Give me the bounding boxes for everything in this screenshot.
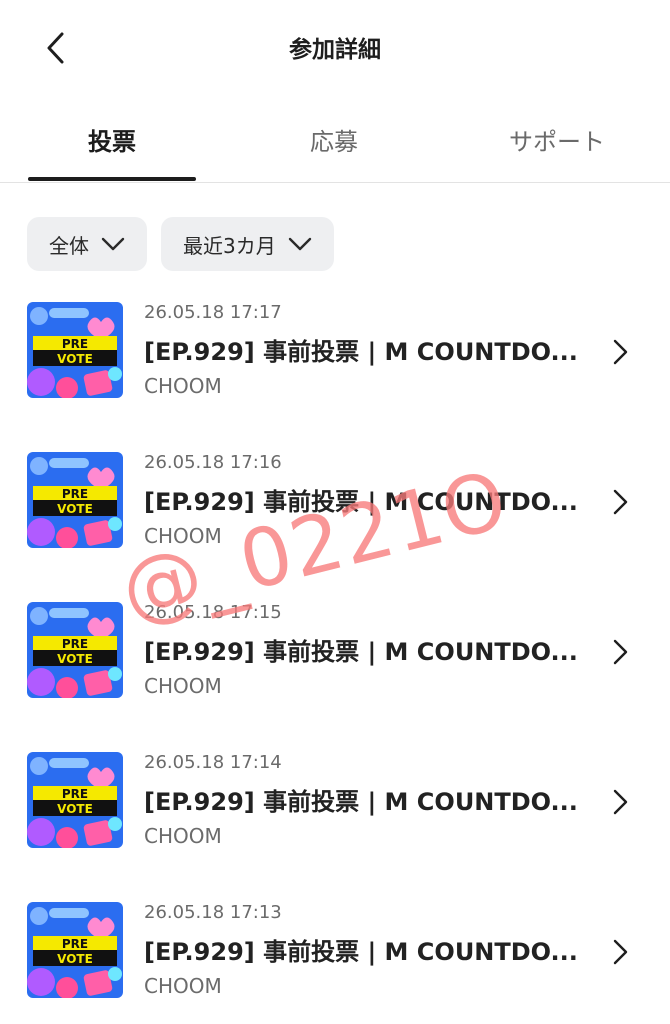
list-item[interactable]: PRE VOTE 26.05.18 17:17 [EP.929] 事前投票 | M… xyxy=(0,290,670,410)
prevote-artwork: PREVOTE xyxy=(27,752,123,848)
filter-bar: 全体 最近3カ月 xyxy=(27,217,334,271)
item-subtitle: CHOOM xyxy=(144,374,222,398)
orb-shape xyxy=(108,967,122,981)
page-title: 参加詳細 xyxy=(289,37,381,63)
chevron-right-icon xyxy=(613,789,628,815)
orb-shape xyxy=(27,668,55,696)
orb-shape xyxy=(56,827,78,848)
chevron-right-icon xyxy=(613,639,628,665)
item-date: 26.05.18 17:16 xyxy=(144,452,282,473)
chevron-down-icon xyxy=(101,237,125,251)
chevron-down-icon xyxy=(288,237,311,251)
list-item[interactable]: PRE VOTE 26.05.18 17:15 [EP.929] 事前投票 | M… xyxy=(0,590,670,710)
thumb-text-pre: PRE xyxy=(62,637,88,651)
thumb-text-vote: VOTE xyxy=(57,352,93,366)
list-item[interactable]: PRE VOTE 26.05.18 17:16 [EP.929] 事前投票 | M… xyxy=(0,440,670,560)
orb-shape xyxy=(27,968,55,996)
chevron-right-icon xyxy=(613,939,628,965)
item-title: [EP.929] 事前投票 | M COUNTDO... xyxy=(144,488,578,516)
item-date: 26.05.18 17:14 xyxy=(144,752,282,773)
item-subtitle: CHOOM xyxy=(144,974,222,998)
thumb-text-pre: PRE xyxy=(62,337,88,351)
item-date: 26.05.18 17:17 xyxy=(144,302,282,323)
thumb-text-pre: PRE xyxy=(62,937,88,951)
item-title: [EP.929] 事前投票 | M COUNTDO... xyxy=(144,938,578,966)
filter-all-label: 全体 xyxy=(49,233,89,258)
thumb-text-vote: VOTE xyxy=(57,802,93,816)
item-date: 26.05.18 17:13 xyxy=(144,902,282,923)
orb-shape xyxy=(56,527,78,548)
orb-shape xyxy=(56,377,78,398)
orb-shape xyxy=(56,977,78,998)
pill-shape xyxy=(49,758,89,768)
chevron-right-icon xyxy=(613,339,628,365)
filter-all-dropdown[interactable]: 全体 xyxy=(27,217,147,271)
prevote-artwork: PREVOTE xyxy=(27,452,123,548)
vote-thumbnail: PRE VOTE xyxy=(27,302,123,398)
tab-vote[interactable]: 投票 xyxy=(28,96,196,182)
orb-shape xyxy=(108,517,122,531)
orb-shape xyxy=(108,817,122,831)
prevote-artwork: PREVOTE xyxy=(27,902,123,998)
bubble-shape xyxy=(30,607,48,625)
app-header: 参加詳細 xyxy=(0,0,670,96)
item-title: [EP.929] 事前投票 | M COUNTDO... xyxy=(144,788,578,816)
bubble-shape xyxy=(30,457,48,475)
thumb-text-vote: VOTE xyxy=(57,952,93,966)
vote-thumbnail: PRE VOTE xyxy=(27,602,123,698)
prevote-artwork: PREVOTE xyxy=(27,602,123,698)
orb-shape xyxy=(27,368,55,396)
thumb-text-pre: PRE xyxy=(62,787,88,801)
item-subtitle: CHOOM xyxy=(144,674,222,698)
bubble-shape xyxy=(30,907,48,925)
list-item[interactable]: PRE VOTE 26.05.18 17:14 [EP.929] 事前投票 | M… xyxy=(0,740,670,860)
orb-shape xyxy=(56,677,78,698)
vote-thumbnail: PRE VOTE xyxy=(27,902,123,998)
tab-apply[interactable]: 応募 xyxy=(250,96,418,182)
vote-thumbnail: PRE VOTE xyxy=(27,752,123,848)
orb-shape xyxy=(27,518,55,546)
active-tab-indicator xyxy=(28,177,196,181)
orb-shape xyxy=(108,367,122,381)
thumb-text-vote: VOTE xyxy=(57,652,93,666)
bubble-shape xyxy=(30,307,48,325)
list-item[interactable]: PRE VOTE 26.05.18 17:13 [EP.929] 事前投票 | M… xyxy=(0,890,670,1010)
item-date: 26.05.18 17:15 xyxy=(144,602,282,623)
bubble-shape xyxy=(30,757,48,775)
thumb-text-vote: VOTE xyxy=(57,502,93,516)
vote-thumbnail: PRE VOTE xyxy=(27,452,123,548)
item-subtitle: CHOOM xyxy=(144,824,222,848)
pill-shape xyxy=(49,308,89,318)
item-title: [EP.929] 事前投票 | M COUNTDO... xyxy=(144,638,578,666)
pill-shape xyxy=(49,608,89,618)
filter-period-dropdown[interactable]: 最近3カ月 xyxy=(161,217,334,271)
tab-support[interactable]: サポート xyxy=(472,96,642,182)
tab-bar: 投票 応募 サポート xyxy=(0,96,670,183)
chevron-right-icon xyxy=(613,489,628,515)
pill-shape xyxy=(49,458,89,468)
orb-shape xyxy=(108,667,122,681)
orb-shape xyxy=(27,818,55,846)
item-subtitle: CHOOM xyxy=(144,524,222,548)
filter-period-label: 最近3カ月 xyxy=(183,233,276,258)
item-title: [EP.929] 事前投票 | M COUNTDO... xyxy=(144,338,578,366)
prevote-artwork: PREVOTE xyxy=(27,302,123,398)
thumb-text-pre: PRE xyxy=(62,487,88,501)
pill-shape xyxy=(49,908,89,918)
